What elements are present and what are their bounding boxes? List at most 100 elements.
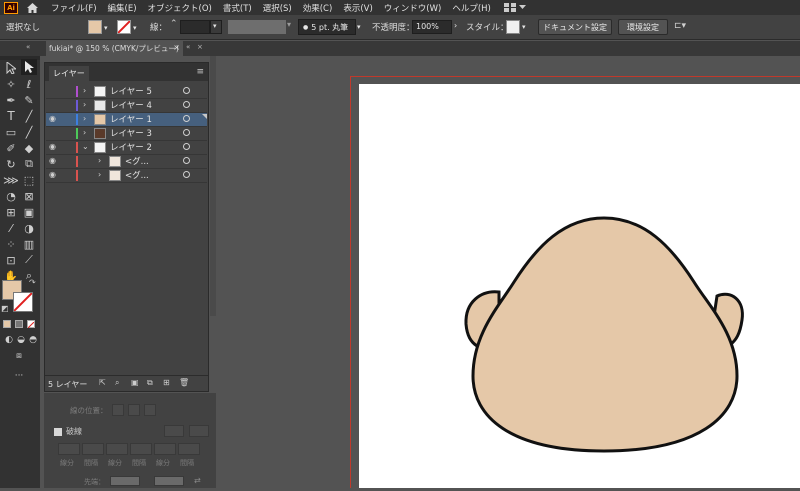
artboard-tool-icon[interactable]: ⊡ [3, 252, 19, 268]
sublayer-row[interactable]: ◉ › <グ... [46, 155, 207, 169]
group-name[interactable]: <グ... [125, 155, 149, 167]
visibility-toggle-icon[interactable]: ◉ [49, 156, 59, 165]
shaper-tool-icon[interactable]: ✐ [3, 140, 19, 156]
target-circle-icon[interactable] [183, 87, 190, 94]
type-tool-icon[interactable]: T [3, 108, 19, 124]
stroke-dropdown-icon[interactable]: ▾ [133, 24, 137, 32]
expand-arrow-icon[interactable]: › [83, 86, 86, 95]
stroke-weight-stepper[interactable]: ⌃ [170, 19, 178, 29]
fill-dropdown-icon[interactable]: ▾ [104, 24, 108, 32]
menu-help[interactable]: ヘルプ(H) [452, 2, 491, 14]
layer-row[interactable]: › レイヤー 3 [46, 127, 207, 141]
stroke-color-box[interactable] [13, 292, 33, 312]
edit-toolbar-icon[interactable]: ··· [11, 368, 27, 384]
arrowhead-end-dropdown[interactable] [154, 476, 184, 486]
workspace-switcher-icon[interactable] [503, 3, 526, 12]
stroke-swatch[interactable] [117, 20, 131, 34]
arrowhead-start-dropdown[interactable] [110, 476, 140, 486]
mesh-tool-icon[interactable]: ⊞ [3, 204, 19, 220]
gradient-tool-icon[interactable]: ▣ [21, 204, 37, 220]
graph-tool-icon[interactable]: ▥ [21, 236, 37, 252]
scale-tool-icon[interactable]: ⧉ [21, 156, 37, 172]
gap-3-field[interactable] [178, 443, 200, 455]
default-colors-icon[interactable]: ◩ [1, 304, 9, 313]
draw-inside-icon[interactable]: ◓ [25, 332, 41, 348]
layer-name[interactable]: レイヤー 4 [110, 99, 152, 111]
expand-arrow-icon[interactable]: › [98, 156, 101, 165]
color-mode-icon[interactable] [3, 320, 11, 328]
gradient-mode-icon[interactable] [15, 320, 23, 328]
screen-mode-icon[interactable]: ⧈ [11, 348, 27, 364]
variable-width-profile[interactable] [228, 20, 286, 34]
blend-tool-icon[interactable]: ◑ [21, 220, 37, 236]
shape-builder-tool-icon[interactable]: ◔ [3, 188, 19, 204]
gap-2-field[interactable] [130, 443, 152, 455]
free-transform-tool-icon[interactable]: ⬚ [21, 172, 37, 188]
dash-2-field[interactable] [106, 443, 128, 455]
paintbrush-tool-icon[interactable]: ╱ [21, 124, 37, 140]
opacity-input[interactable]: 100% [412, 20, 452, 34]
export-icon[interactable]: ⇱ [99, 378, 106, 387]
stroke-weight-dropdown-icon[interactable]: ▾ [210, 20, 222, 34]
swap-arrowheads-icon[interactable]: ⇄ [194, 476, 201, 485]
dashed-line-checkbox[interactable] [54, 428, 62, 436]
fill-swatch[interactable] [88, 20, 102, 34]
slice-tool-icon[interactable]: ⟋ [21, 252, 37, 268]
new-sublayer-icon[interactable]: ⧉ [147, 378, 153, 388]
collapse-panel-icon[interactable]: « [26, 43, 30, 51]
layers-panel-tab[interactable]: レイヤー [49, 66, 89, 81]
new-layer-icon[interactable]: ⊞ [163, 378, 170, 387]
artboard[interactable] [359, 84, 800, 488]
align-inside-icon[interactable] [128, 404, 140, 416]
layer-name[interactable]: レイヤー 2 [110, 141, 152, 153]
layer-row-selected[interactable]: ◉ › レイヤー 1 [46, 113, 207, 127]
rectangle-tool-icon[interactable]: ▭ [3, 124, 19, 140]
clipping-mask-icon[interactable]: ▣ [131, 378, 139, 387]
home-icon[interactable] [23, 0, 41, 15]
align-center-icon[interactable] [112, 404, 124, 416]
style-dropdown-icon[interactable]: ▾ [522, 23, 526, 31]
target-circle-icon[interactable] [183, 143, 190, 150]
symbol-sprayer-tool-icon[interactable]: ⁘ [3, 236, 19, 252]
target-circle-icon[interactable] [183, 101, 190, 108]
menu-effect[interactable]: 効果(C) [303, 2, 333, 14]
dash-align-icon[interactable] [189, 425, 209, 437]
profile-dropdown-icon[interactable]: ▾ [287, 20, 291, 29]
menu-view[interactable]: 表示(V) [343, 2, 372, 14]
curvature-tool-icon[interactable]: ✎ [21, 92, 37, 108]
layer-row[interactable]: › レイヤー 4 [46, 99, 207, 113]
menu-window[interactable]: ウィンドウ(W) [384, 2, 442, 14]
none-mode-icon[interactable] [27, 320, 35, 329]
direct-selection-tool-icon[interactable] [21, 59, 37, 75]
line-tool-icon[interactable]: ╱ [21, 108, 37, 124]
panel-close-icon[interactable]: × [197, 43, 203, 51]
collapse-arrow-icon[interactable]: ⌄ [82, 142, 89, 151]
align-outside-icon[interactable] [144, 404, 156, 416]
swap-fill-stroke-icon[interactable]: ↷ [29, 278, 36, 287]
document-setup-button[interactable]: ドキュメント設定 [538, 19, 612, 35]
panel-menu-icon[interactable]: ≡ [196, 67, 204, 77]
dash-3-field[interactable] [154, 443, 176, 455]
menu-file[interactable]: ファイル(F) [51, 2, 97, 14]
document-tab[interactable]: fukiai* @ 150 % (CMYK/プレビュー) × [46, 41, 183, 56]
live-paint-tool-icon[interactable]: ⊠ [21, 188, 37, 204]
layer-name[interactable]: レイヤー 3 [110, 127, 152, 139]
arrange-documents-icon[interactable]: ⊏▾ [674, 21, 686, 31]
menu-object[interactable]: オブジェクト(O) [148, 2, 212, 14]
visibility-toggle-icon[interactable]: ◉ [49, 170, 59, 179]
group-name[interactable]: <グ... [125, 169, 149, 181]
layer-row[interactable]: › レイヤー 5 [46, 85, 207, 99]
rotate-tool-icon[interactable]: ↻ [3, 156, 19, 172]
graphic-style-swatch[interactable] [506, 20, 520, 34]
delete-layer-icon[interactable]: 🗑 [179, 378, 189, 387]
layer-row[interactable]: ◉ ⌄ レイヤー 2 [46, 141, 207, 155]
expand-arrow-icon[interactable]: › [98, 170, 101, 179]
layer-name[interactable]: レイヤー 1 [110, 113, 152, 125]
opacity-arrow-icon[interactable]: › [454, 21, 457, 30]
dash-exact-icon[interactable] [164, 425, 184, 437]
preferences-button[interactable]: 環境設定 [618, 19, 668, 35]
pen-tool-icon[interactable]: ✒ [3, 92, 19, 108]
brush-dropdown-icon[interactable]: ▾ [357, 23, 361, 31]
expand-arrow-icon[interactable]: › [83, 128, 86, 137]
gap-1-field[interactable] [82, 443, 104, 455]
